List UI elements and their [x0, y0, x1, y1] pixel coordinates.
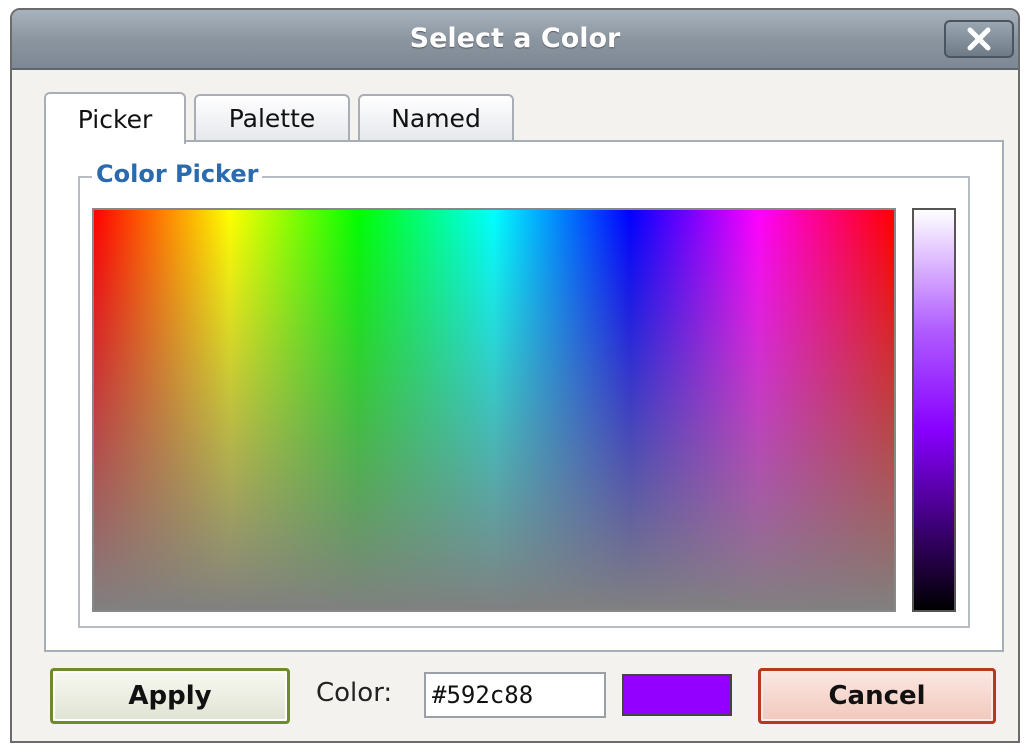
cancel-button[interactable]: Cancel [758, 668, 996, 724]
apply-button[interactable]: Apply [50, 668, 290, 724]
dialog-title: Select a Color [409, 23, 621, 54]
brightness-slider[interactable] [912, 208, 956, 612]
picker-panel: Color Picker [44, 140, 1004, 652]
close-icon [967, 27, 991, 51]
tab-named[interactable]: Named [358, 94, 514, 140]
color-hex-input[interactable] [424, 672, 606, 718]
title-bar: Select a Color [12, 10, 1018, 70]
tab-palette[interactable]: Palette [194, 94, 350, 140]
button-bar: Apply Color: Cancel [12, 658, 1018, 738]
color-picker-group: Color Picker [78, 160, 970, 628]
color-dialog: Select a Color Picker Palette Named Colo… [10, 8, 1020, 743]
color-label: Color: [316, 678, 393, 708]
color-swatch [622, 674, 732, 716]
hue-saturation-field[interactable] [92, 208, 896, 612]
group-label: Color Picker [92, 160, 263, 188]
close-button[interactable] [944, 20, 1014, 58]
tab-picker[interactable]: Picker [44, 92, 186, 144]
